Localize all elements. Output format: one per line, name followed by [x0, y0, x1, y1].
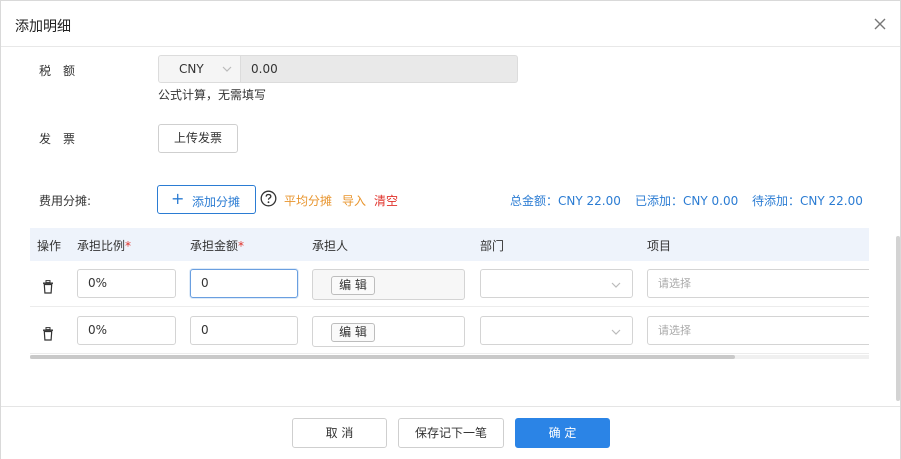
clear-link[interactable]: 清空 [374, 192, 398, 209]
column-amount: 承担金额* [190, 239, 245, 253]
average-split-link[interactable]: 平均分摊 [284, 192, 332, 209]
column-action: 操作 [37, 239, 62, 253]
invoice-label: 发 票 [39, 132, 76, 146]
dialog-header: 添加明细 [1, 1, 900, 47]
horizontal-scrollbar-thumb[interactable] [30, 355, 735, 359]
upload-invoice-button[interactable]: 上传发票 [158, 124, 238, 153]
add-detail-dialog: 添加明细 税 额 CNY 0.00 公式计算，无需填写 发 票 上传发票 费用分… [0, 0, 901, 459]
save-and-next-button[interactable]: 保存记下一笔 [398, 418, 504, 448]
table-row: 0% 0 编 辑 请选择 [30, 261, 869, 307]
project-select[interactable]: 请选择 [647, 316, 869, 345]
question-circle-icon[interactable] [260, 190, 277, 207]
edit-button[interactable]: 编 辑 [331, 276, 375, 295]
dialog-title: 添加明细 [15, 19, 71, 35]
added-amount: 已添加：CNY 0.00 [635, 194, 739, 208]
ratio-input[interactable]: 0% [77, 316, 176, 345]
vertical-scrollbar-thumb[interactable] [896, 236, 900, 401]
chevron-down-icon [611, 329, 621, 335]
horizontal-scrollbar[interactable] [30, 355, 869, 359]
split-table: 操作 承担比例* 承担金额* 承担人 部门 项目 0% 0 编 辑 请选择 0%… [30, 228, 869, 360]
currency-select[interactable]: CNY [159, 56, 241, 82]
department-select[interactable] [480, 316, 633, 345]
tax-value: 0.00 [251, 62, 278, 76]
column-ratio: 承担比例* [77, 239, 132, 253]
close-icon[interactable] [871, 15, 889, 33]
assignee-field: 编 辑 [312, 316, 465, 347]
tax-amount-field: CNY 0.00 [158, 55, 518, 83]
trash-icon[interactable] [42, 280, 54, 294]
currency-value: CNY [179, 62, 204, 76]
trash-icon[interactable] [42, 327, 54, 341]
cost-split-label: 费用分摊: [39, 194, 92, 208]
amount-input[interactable]: 0 [190, 316, 298, 345]
add-split-button[interactable]: + 添加分摊 [157, 185, 256, 214]
import-link[interactable]: 导入 [342, 192, 366, 209]
tax-label: 税 额 [39, 64, 76, 78]
assignee-field: 编 辑 [312, 269, 465, 300]
column-department: 部门 [480, 239, 505, 253]
project-select[interactable]: 请选择 [647, 269, 869, 298]
cancel-button[interactable]: 取 消 [292, 418, 387, 448]
column-project: 项目 [647, 239, 672, 253]
department-select[interactable] [480, 269, 633, 298]
chevron-down-icon [222, 66, 232, 72]
dialog-footer: 取 消 保存记下一笔 确 定 [1, 406, 900, 459]
chevron-down-icon [611, 282, 621, 288]
table-header: 操作 承担比例* 承担金额* 承担人 部门 项目 [30, 228, 869, 261]
column-assignee: 承担人 [312, 239, 349, 253]
ratio-input[interactable]: 0% [77, 269, 176, 298]
amount-input[interactable]: 0 [190, 269, 298, 298]
table-row: 0% 0 编 辑 请选择 [30, 308, 869, 354]
plus-icon: + [171, 189, 185, 208]
tax-hint: 公式计算，无需填写 [158, 88, 267, 102]
confirm-button[interactable]: 确 定 [515, 418, 610, 448]
pending-amount: 待添加：CNY 22.00 [752, 194, 863, 208]
add-split-label: 添加分摊 [192, 195, 241, 209]
edit-button[interactable]: 编 辑 [331, 323, 375, 342]
total-amount: 总金额：CNY 22.00 [510, 194, 621, 208]
